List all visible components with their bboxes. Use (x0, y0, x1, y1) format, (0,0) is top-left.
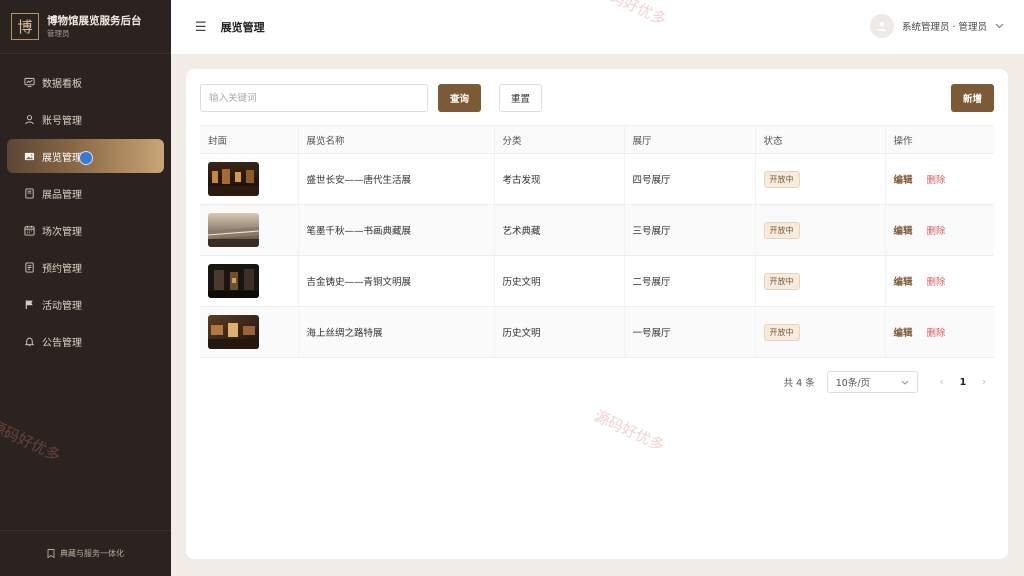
exhibition-table: 封面 展览名称 分类 展厅 状态 操作 盛世长安——唐代生活展 考古发现 四号展… (200, 125, 994, 358)
add-button[interactable]: 新增 (951, 84, 994, 112)
sidebar-item-label: 展品管理 (42, 189, 82, 201)
flag-icon (23, 298, 35, 310)
column-header-actions: 操作 (885, 125, 994, 154)
brand: 博 博物馆展览服务后台 管理员 (0, 0, 171, 54)
main-card: 查询 重置 新增 封面 展览名称 分类 展厅 状态 操作 盛世长安——唐代生活展… (186, 69, 1008, 559)
column-header-name: 展览名称 (298, 125, 495, 154)
sidebar-footer: 典藏与服务一体化 (0, 530, 171, 576)
user-icon (23, 113, 35, 125)
exhibition-category: 艺术典藏 (494, 204, 625, 256)
sidebar-item-label: 预约管理 (42, 263, 82, 275)
cover-image (208, 162, 259, 196)
page-number[interactable]: 1 (960, 377, 967, 388)
sidebar-item-dashboard[interactable]: 数据看板 (7, 65, 164, 99)
dashboard-icon (23, 76, 35, 88)
exhibition-hall: 二号展厅 (624, 255, 756, 307)
brand-title: 博物馆展览服务后台 (47, 14, 142, 27)
menu-toggle-icon[interactable]: ☰ (195, 20, 207, 35)
edit-link[interactable]: 编辑 (894, 328, 913, 339)
exhibition-category: 考古发现 (494, 153, 625, 205)
sidebar-item-label: 场次管理 (42, 226, 82, 238)
edit-link[interactable]: 编辑 (894, 277, 913, 288)
sidebar-item-label: 账号管理 (42, 115, 82, 127)
status-badge: 开放中 (763, 170, 800, 188)
table-row: 海上丝绸之路特展 历史文明 一号展厅 开放中 编辑 删除 (200, 306, 994, 358)
book-icon (23, 187, 35, 199)
avatar-user-icon (877, 21, 887, 31)
bell-icon (23, 335, 35, 347)
page-title: 展览管理 (220, 21, 265, 34)
image-icon (23, 150, 35, 162)
page-size-select[interactable]: 10条/页 (826, 371, 918, 393)
sidebar-item-exhibits[interactable]: 展品管理 (7, 176, 164, 210)
bookmark-icon (47, 549, 55, 558)
edit-link[interactable]: 编辑 (894, 175, 913, 186)
column-header-category: 分类 (494, 125, 625, 154)
delete-link[interactable]: 删除 (927, 175, 946, 186)
page-size-value: 10条/页 (835, 378, 871, 389)
sidebar-item-label: 公告管理 (42, 337, 82, 349)
pagination: 共 4 条 10条/页 ‹ 1 › (784, 371, 994, 393)
delete-link[interactable]: 删除 (927, 277, 946, 288)
chevron-down-icon (995, 23, 1004, 29)
sidebar-item-activities[interactable]: 活动管理 (7, 287, 164, 321)
user-name: 系统管理员 · 管理员 (901, 22, 987, 33)
mouse-cursor (79, 151, 93, 165)
sidebar: 博 博物馆展览服务后台 管理员 数据看板 账号管理 展览管理 展品管理 场次管理… (0, 0, 171, 576)
next-page-button[interactable]: › (982, 377, 986, 388)
exhibition-hall: 一号展厅 (624, 306, 756, 358)
delete-link[interactable]: 删除 (927, 226, 946, 237)
table-row: 盛世长安——唐代生活展 考古发现 四号展厅 开放中 编辑 删除 (200, 153, 994, 205)
cover-image (208, 264, 259, 298)
status-badge: 开放中 (763, 272, 800, 290)
cover-image (208, 315, 259, 349)
chevron-down-icon (901, 380, 909, 385)
reset-button[interactable]: 重置 (499, 84, 542, 112)
sidebar-item-label: 数据看板 (42, 78, 82, 90)
search-input[interactable] (200, 84, 428, 112)
prev-page-button[interactable]: ‹ (940, 377, 944, 388)
sidebar-footer-text: 典藏与服务一体化 (60, 549, 124, 558)
table-row: 笔墨千秋——书画典藏展 艺术典藏 三号展厅 开放中 编辑 删除 (200, 204, 994, 256)
avatar (869, 14, 894, 38)
exhibition-hall: 三号展厅 (624, 204, 756, 256)
column-header-cover: 封面 (200, 125, 299, 154)
sidebar-item-label: 活动管理 (42, 300, 82, 312)
sidebar-menu: 数据看板 账号管理 展览管理 展品管理 场次管理 预约管理 活动管理 公告管理 (0, 65, 171, 361)
sidebar-item-label: 展览管理 (42, 152, 82, 164)
cover-image (208, 213, 259, 247)
exhibition-name: 海上丝绸之路特展 (298, 306, 495, 358)
sidebar-item-accounts[interactable]: 账号管理 (7, 102, 164, 136)
total-count: 共 4 条 (783, 378, 815, 389)
document-icon (23, 261, 35, 273)
column-header-status: 状态 (755, 125, 886, 154)
top-header: ☰ 展览管理 系统管理员 · 管理员 (171, 0, 1024, 54)
calendar-icon (23, 224, 35, 236)
sidebar-item-reservations[interactable]: 预约管理 (7, 250, 164, 284)
sidebar-item-sessions[interactable]: 场次管理 (7, 213, 164, 247)
status-badge: 开放中 (763, 323, 800, 341)
edit-link[interactable]: 编辑 (894, 226, 913, 237)
table-header-row: 封面 展览名称 分类 展厅 状态 操作 (200, 125, 994, 154)
exhibition-category: 历史文明 (494, 255, 625, 307)
table-row: 吉金铸史——青铜文明展 历史文明 二号展厅 开放中 编辑 删除 (200, 255, 994, 307)
brand-subtitle: 管理员 (47, 28, 70, 38)
exhibition-name: 盛世长安——唐代生活展 (298, 153, 495, 205)
user-menu[interactable]: 系统管理员 · 管理员 (869, 14, 1004, 38)
query-button[interactable]: 查询 (438, 84, 481, 112)
exhibition-name: 笔墨千秋——书画典藏展 (298, 204, 495, 256)
exhibition-name: 吉金铸史——青铜文明展 (298, 255, 495, 307)
exhibition-category: 历史文明 (494, 306, 625, 358)
brand-logo: 博 (11, 13, 39, 40)
exhibition-hall: 四号展厅 (624, 153, 756, 205)
sidebar-item-announcements[interactable]: 公告管理 (7, 324, 164, 358)
delete-link[interactable]: 删除 (927, 328, 946, 339)
status-badge: 开放中 (763, 221, 800, 239)
column-header-hall: 展厅 (624, 125, 756, 154)
